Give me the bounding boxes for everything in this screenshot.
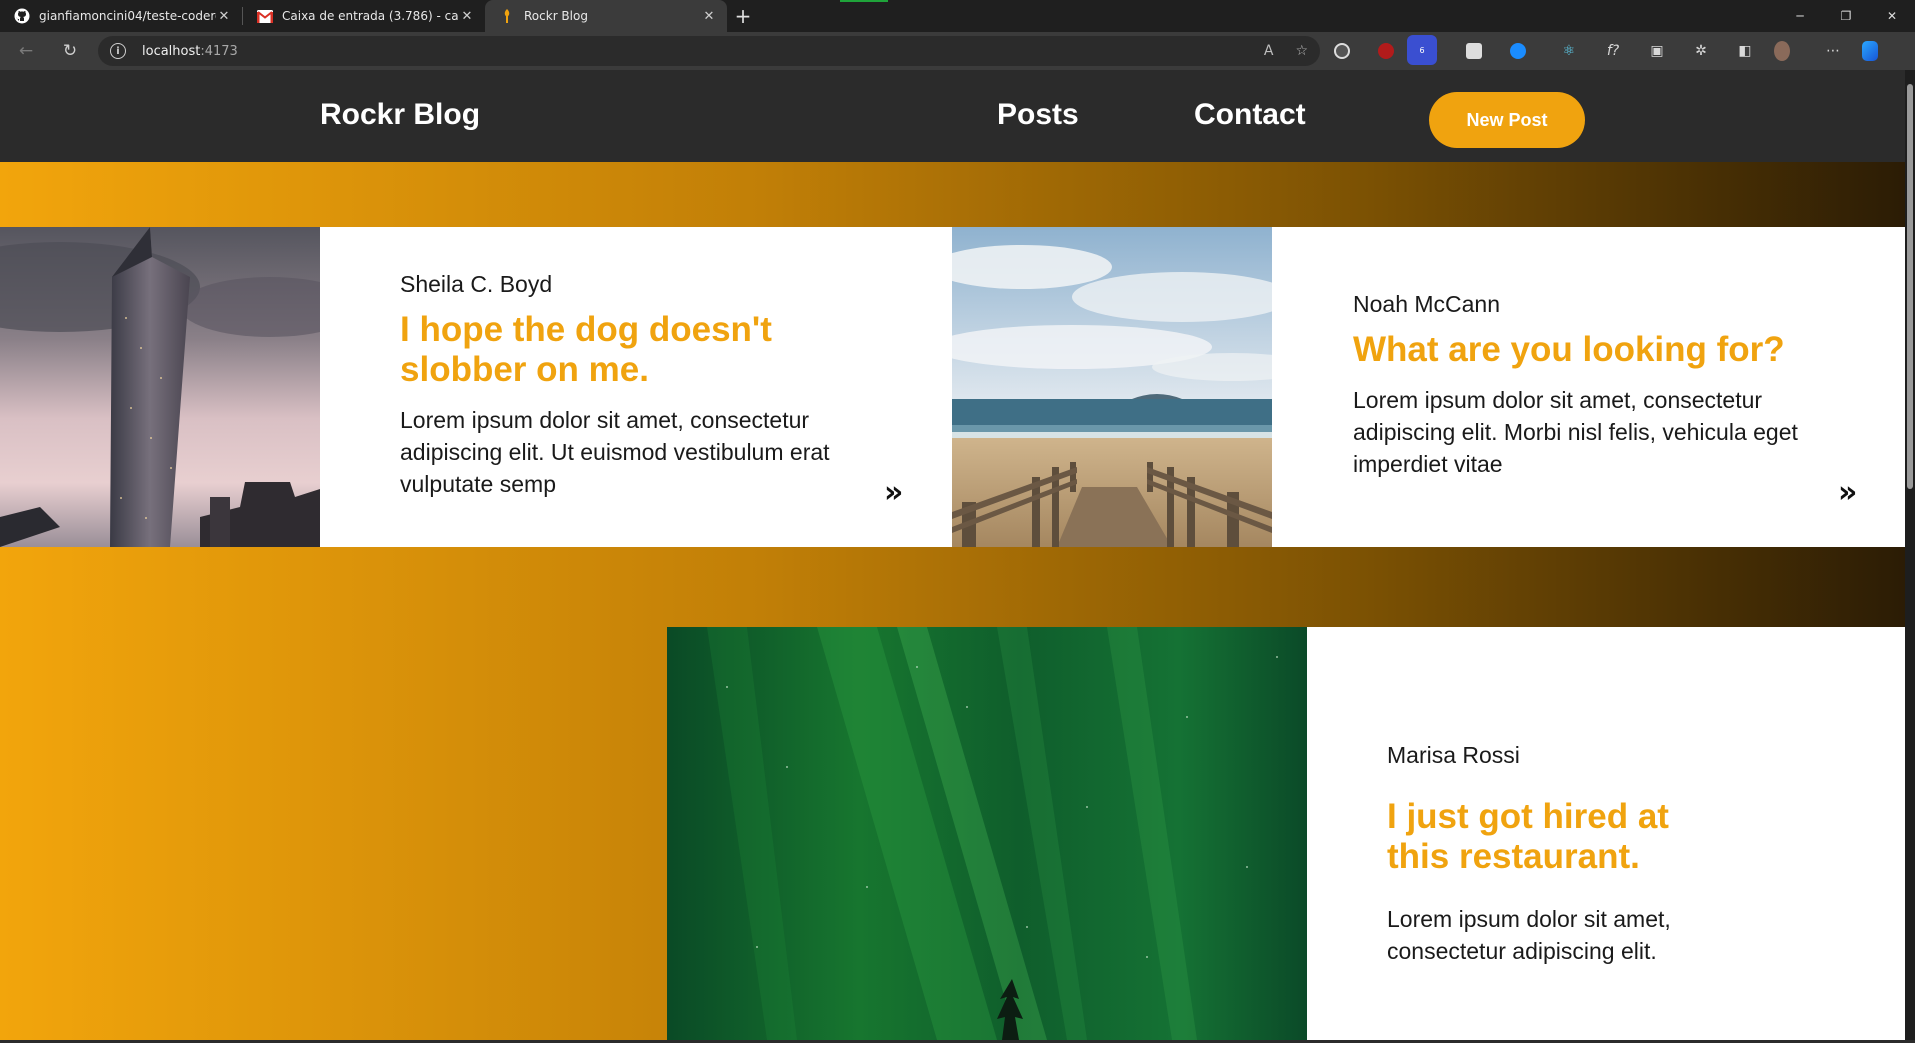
tab-title: Rockr Blog xyxy=(524,9,588,23)
post-author: Sheila C. Boyd xyxy=(400,271,553,297)
tab-title: Caixa de entrada (3.786) - carlo.g xyxy=(282,9,459,23)
post-card-featured[interactable]: Marisa Rossi I just got hired at this re… xyxy=(667,627,1905,1040)
copilot-icon[interactable] xyxy=(1862,36,1892,66)
back-icon[interactable]: ← xyxy=(8,36,44,66)
rockr-icon xyxy=(499,8,515,24)
post-author: Noah McCann xyxy=(1353,291,1501,317)
extension-function-icon[interactable]: f? xyxy=(1598,36,1628,66)
more-menu-icon[interactable]: ⋯ xyxy=(1818,36,1848,66)
url-host: localhost xyxy=(142,43,201,59)
browser-tab-github[interactable]: gianfiamoncini04/teste-coderock ✕ xyxy=(0,0,242,32)
url-port: :4173 xyxy=(200,43,238,59)
minimize-icon[interactable]: ─ xyxy=(1777,0,1823,32)
read-aloud-icon[interactable]: A xyxy=(1264,43,1274,59)
site-logo[interactable]: Rockr Blog xyxy=(320,98,480,132)
read-more-icon[interactable]: » xyxy=(1838,475,1857,510)
post-body: Marisa Rossi I just got hired at this re… xyxy=(1387,742,1727,967)
close-icon[interactable]: ✕ xyxy=(459,9,475,24)
post-excerpt: Lorem ipsum dolor sit amet, consectetur … xyxy=(400,407,830,497)
browser-toolbar: ← ↻ i localhost:4173 A ☆ 6 ⚛ f? ▣ ✲ ◧ ⋯ xyxy=(0,32,1915,70)
post-excerpt: Lorem ipsum dolor sit amet, consectetur … xyxy=(1353,387,1798,477)
skyscraper-photo xyxy=(0,227,320,547)
extensions-area: 6 ⚛ f? ▣ ✲ ◧ ⋯ xyxy=(1334,35,1906,66)
close-window-icon[interactable]: ✕ xyxy=(1869,0,1915,32)
post-title[interactable]: What are you looking for? xyxy=(1353,330,1833,370)
tab-title: gianfiamoncini04/teste-coderock xyxy=(39,9,216,23)
post-card[interactable]: Sheila C. Boyd I hope the dog doesn't sl… xyxy=(0,227,952,547)
extension-ghost-icon[interactable] xyxy=(1466,36,1496,66)
new-post-button[interactable]: New Post xyxy=(1429,92,1585,148)
gmail-icon xyxy=(257,8,273,24)
new-tab-button[interactable]: + xyxy=(727,0,759,32)
page-scrollbar[interactable] xyxy=(1905,70,1915,1040)
site-info-icon[interactable]: i xyxy=(110,43,126,59)
site-header: Rockr Blog Posts Contact New Post xyxy=(0,70,1905,162)
nav-contact-link[interactable]: Contact xyxy=(1194,98,1306,132)
page-viewport: Rockr Blog Posts Contact New Post Sheila… xyxy=(0,70,1905,1040)
tab-indicator xyxy=(840,0,888,2)
nav-posts-link[interactable]: Posts xyxy=(997,98,1079,132)
post-title[interactable]: I hope the dog doesn't slobber on me. xyxy=(400,310,890,390)
post-body: Sheila C. Boyd I hope the dog doesn't sl… xyxy=(400,271,890,500)
browser-tab-rockr-blog[interactable]: Rockr Blog ✕ xyxy=(485,0,727,32)
post-card[interactable]: Noah McCann What are you looking for? Lo… xyxy=(952,227,1905,547)
extension-gem-icon[interactable]: 6 xyxy=(1407,35,1452,66)
url-text: localhost:4173 xyxy=(142,44,238,59)
favorite-star-icon[interactable]: ☆ xyxy=(1295,43,1308,59)
window-controls: ─ ❐ ✕ xyxy=(1777,0,1915,32)
aurora-photo xyxy=(667,627,1307,1040)
post-excerpt: Lorem ipsum dolor sit amet, consectetur … xyxy=(1387,906,1671,964)
extension-shazam-icon[interactable] xyxy=(1510,36,1540,66)
close-icon[interactable]: ✕ xyxy=(216,9,232,24)
extension-react-icon[interactable]: ⚛ xyxy=(1554,36,1584,66)
extension-glasses-icon[interactable] xyxy=(1334,36,1364,66)
address-bar[interactable]: i localhost:4173 A ☆ xyxy=(98,36,1320,66)
scrollbar-thumb[interactable] xyxy=(1907,84,1913,489)
post-author: Marisa Rossi xyxy=(1387,742,1520,768)
github-icon xyxy=(14,8,30,24)
refresh-icon[interactable]: ↻ xyxy=(52,36,88,66)
beach-boardwalk-photo xyxy=(952,227,1272,547)
restore-icon[interactable]: ❐ xyxy=(1823,0,1869,32)
address-bar-actions: A ☆ xyxy=(1264,43,1308,59)
browser-tabstrip: gianfiamoncini04/teste-coderock ✕ Caixa … xyxy=(0,0,1915,32)
extensions-puzzle-icon[interactable]: ✲ xyxy=(1686,36,1716,66)
post-body: Noah McCann What are you looking for? Lo… xyxy=(1353,291,1833,480)
profile-avatar[interactable] xyxy=(1774,36,1804,66)
post-title[interactable]: I just got hired at this restaurant. xyxy=(1387,797,1727,877)
close-icon[interactable]: ✕ xyxy=(701,9,717,24)
extension-media-icon[interactable]: ▣ xyxy=(1642,36,1672,66)
browser-tab-gmail[interactable]: Caixa de entrada (3.786) - carlo.g ✕ xyxy=(243,0,485,32)
extension-ublock-icon[interactable] xyxy=(1378,36,1408,66)
read-more-icon[interactable]: » xyxy=(884,475,903,510)
split-screen-icon[interactable]: ◧ xyxy=(1730,36,1760,66)
